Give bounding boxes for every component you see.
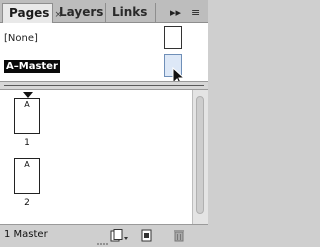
master-none-label: [None] [4,33,38,44]
collapse-panel-icon[interactable]: ▸▸ [170,3,181,22]
scrollbar-thumb[interactable] [196,96,204,214]
panel-bottom-bar: 1 Master [0,224,208,247]
section-divider[interactable] [0,81,208,90]
page-master-prefix: A [24,100,30,109]
page-master-prefix: A [24,160,30,169]
page-thumbnail[interactable]: A [14,98,40,134]
pages-panel: Pages × Layers Links ▸▸ ≡ [None] A–Master [0,0,208,247]
delete-page-icon[interactable] [172,229,186,242]
panel-tab-bar: Pages × Layers Links ▸▸ ≡ [0,0,208,23]
tab-pages-label: Pages [9,6,50,20]
panel-menu-icon[interactable]: ≡ [191,3,200,22]
tab-pages[interactable]: Pages × [2,3,62,23]
page-item[interactable]: A 2 [14,158,44,208]
master-count-status: 1 Master [4,229,48,240]
pages-scrollbar[interactable] [192,90,208,224]
new-page-icon[interactable] [140,229,154,242]
page-thumbnail[interactable]: A [14,158,40,194]
master-row-none[interactable]: [None] [0,26,208,52]
edit-page-size-icon[interactable] [110,229,130,242]
page-number: 1 [24,138,30,148]
tab-links[interactable]: Links [106,3,156,22]
tab-layers[interactable]: Layers [53,3,106,22]
resize-grip-icon[interactable] [96,242,110,246]
master-a-label: A–Master [4,60,60,73]
master-none-thumbnail[interactable] [164,26,182,49]
tab-links-label: Links [112,5,148,19]
page-number: 2 [24,198,30,208]
tab-layers-label: Layers [59,5,104,19]
page-item[interactable]: A 1 [14,92,44,148]
divider-line [4,85,204,86]
document-pages-section: A 1 A 2 [0,90,192,224]
